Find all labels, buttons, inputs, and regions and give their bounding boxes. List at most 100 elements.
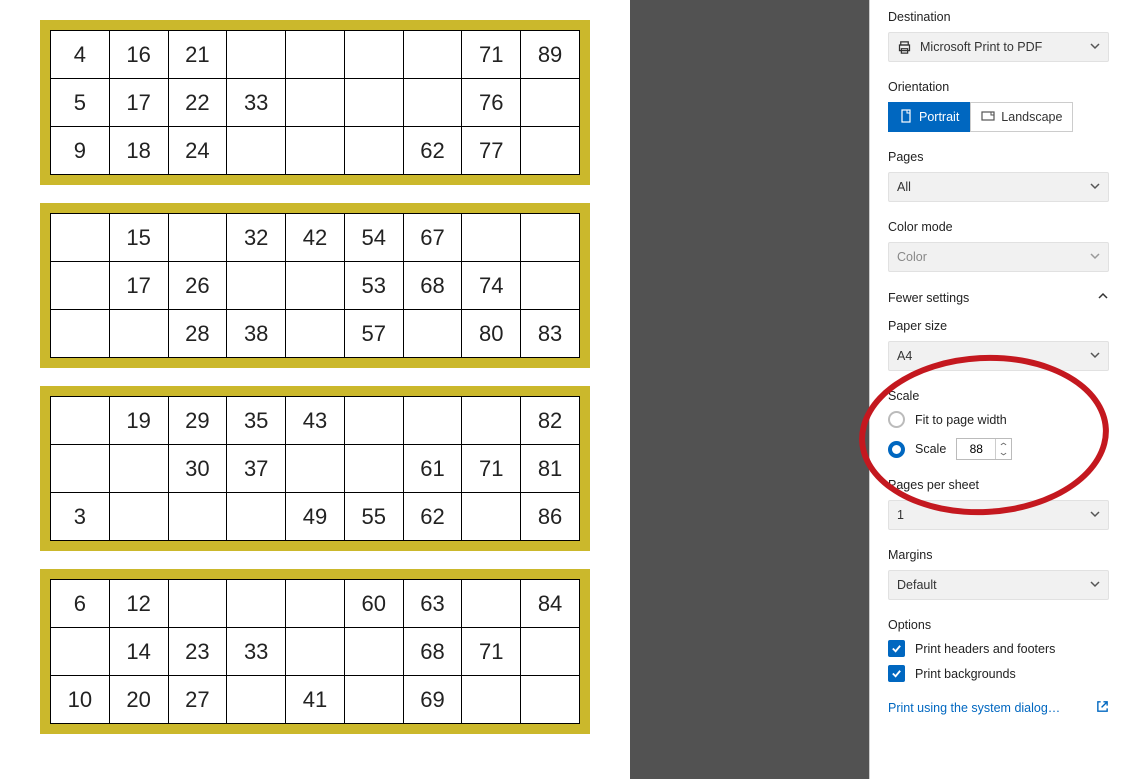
colormode-label: Color mode <box>888 220 1109 234</box>
scale-radio[interactable] <box>888 441 905 458</box>
print-headers-checkbox[interactable] <box>888 640 905 657</box>
bingo-cell <box>462 493 521 541</box>
orientation-section: Orientation Portrait Landscape <box>888 80 1109 132</box>
bingo-cell: 54 <box>344 214 403 262</box>
bingo-cell: 61 <box>403 445 462 493</box>
bingo-cell <box>286 628 345 676</box>
colormode-select[interactable]: Color <box>888 242 1109 272</box>
print-backgrounds-row[interactable]: Print backgrounds <box>888 665 1109 682</box>
bingo-grid: 19293543823037617181349556286 <box>50 396 580 541</box>
landscape-button[interactable]: Landscape <box>970 102 1073 132</box>
bingo-cell: 74 <box>462 262 521 310</box>
bingo-card: 416217189517223376918246277 <box>40 20 590 185</box>
scale-section: Scale Fit to page width Scale <box>888 389 1109 460</box>
bingo-cell: 83 <box>521 310 580 358</box>
bingo-cell: 19 <box>109 397 168 445</box>
print-headers-row[interactable]: Print headers and footers <box>888 640 1109 657</box>
bingo-cell <box>462 676 521 724</box>
portrait-icon <box>899 109 913 126</box>
bingo-cell <box>403 397 462 445</box>
bingo-cell: 23 <box>168 628 227 676</box>
bingo-cell: 30 <box>168 445 227 493</box>
bingo-cell: 17 <box>109 262 168 310</box>
bingo-cell: 20 <box>109 676 168 724</box>
bingo-cell: 41 <box>286 676 345 724</box>
bingo-cell: 27 <box>168 676 227 724</box>
bingo-cell: 18 <box>109 127 168 175</box>
bingo-cell <box>521 676 580 724</box>
bingo-cell: 77 <box>462 127 521 175</box>
bingo-cell: 86 <box>521 493 580 541</box>
colormode-section: Color mode Color <box>888 220 1109 272</box>
preview-gap <box>630 0 869 779</box>
papersize-select[interactable]: A4 <box>888 341 1109 371</box>
fit-to-width-radio[interactable] <box>888 411 905 428</box>
print-settings-panel: Destination Microsoft Print to PDF Orien… <box>869 0 1125 779</box>
chevron-down-icon <box>1090 508 1100 522</box>
margins-label: Margins <box>888 548 1109 562</box>
options-label: Options <box>888 618 1109 632</box>
bingo-cell <box>286 310 345 358</box>
bingo-cell: 29 <box>168 397 227 445</box>
bingo-cell <box>227 262 286 310</box>
bingo-cell: 32 <box>227 214 286 262</box>
bingo-cell: 76 <box>462 79 521 127</box>
external-link-icon <box>1096 700 1109 716</box>
bingo-cell: 71 <box>462 31 521 79</box>
scale-step-up[interactable] <box>996 439 1011 449</box>
bingo-cell: 62 <box>403 493 462 541</box>
portrait-button[interactable]: Portrait <box>888 102 970 132</box>
scale-radio-row[interactable]: Scale <box>888 438 1109 460</box>
bingo-cell: 71 <box>462 628 521 676</box>
preview-page: 4162171895172233769182462771532425467172… <box>0 0 630 779</box>
chevron-down-icon <box>1090 349 1100 363</box>
bingo-cell: 5 <box>51 79 110 127</box>
bingo-cell: 60 <box>344 580 403 628</box>
bingo-cell <box>344 676 403 724</box>
bingo-cell <box>286 31 345 79</box>
bingo-cell <box>521 79 580 127</box>
system-dialog-link[interactable]: Print using the system dialog… <box>888 700 1109 716</box>
bingo-grid: 61260638414233368711020274169 <box>50 579 580 724</box>
papersize-label: Paper size <box>888 319 1109 333</box>
bingo-cell: 28 <box>168 310 227 358</box>
bingo-cell <box>344 31 403 79</box>
bingo-cell <box>51 628 110 676</box>
bingo-cell: 42 <box>286 214 345 262</box>
chevron-down-icon <box>1090 180 1100 194</box>
chevron-up-icon <box>1097 290 1109 305</box>
margins-select[interactable]: Default <box>888 570 1109 600</box>
fewer-settings-toggle[interactable]: Fewer settings <box>888 290 1109 305</box>
bingo-cell <box>109 493 168 541</box>
bingo-cell <box>521 127 580 175</box>
orientation-label: Orientation <box>888 80 1109 94</box>
bingo-cell <box>344 628 403 676</box>
print-backgrounds-checkbox[interactable] <box>888 665 905 682</box>
bingo-cell: 69 <box>403 676 462 724</box>
margins-section: Margins Default <box>888 548 1109 600</box>
fit-to-width-radio-row[interactable]: Fit to page width <box>888 411 1109 428</box>
bingo-cell <box>109 445 168 493</box>
bingo-cell: 15 <box>109 214 168 262</box>
bingo-cell <box>227 493 286 541</box>
bingo-grid: 416217189517223376918246277 <box>50 30 580 175</box>
bingo-cell <box>403 31 462 79</box>
bingo-cell: 33 <box>227 79 286 127</box>
bingo-cell <box>51 445 110 493</box>
pps-select[interactable]: 1 <box>888 500 1109 530</box>
bingo-cell <box>51 310 110 358</box>
bingo-cell <box>344 445 403 493</box>
bingo-cell <box>344 127 403 175</box>
destination-select[interactable]: Microsoft Print to PDF <box>888 32 1109 62</box>
scale-input[interactable] <box>957 439 995 459</box>
pps-label: Pages per sheet <box>888 478 1109 492</box>
scale-step-down[interactable] <box>996 449 1011 459</box>
bingo-cell <box>168 214 227 262</box>
pages-label: Pages <box>888 150 1109 164</box>
bingo-cell: 53 <box>344 262 403 310</box>
bingo-cell: 35 <box>227 397 286 445</box>
bingo-cell: 4 <box>51 31 110 79</box>
pages-select[interactable]: All <box>888 172 1109 202</box>
bingo-cell <box>227 127 286 175</box>
print-preview-area: 4162171895172233769182462771532425467172… <box>0 0 869 779</box>
